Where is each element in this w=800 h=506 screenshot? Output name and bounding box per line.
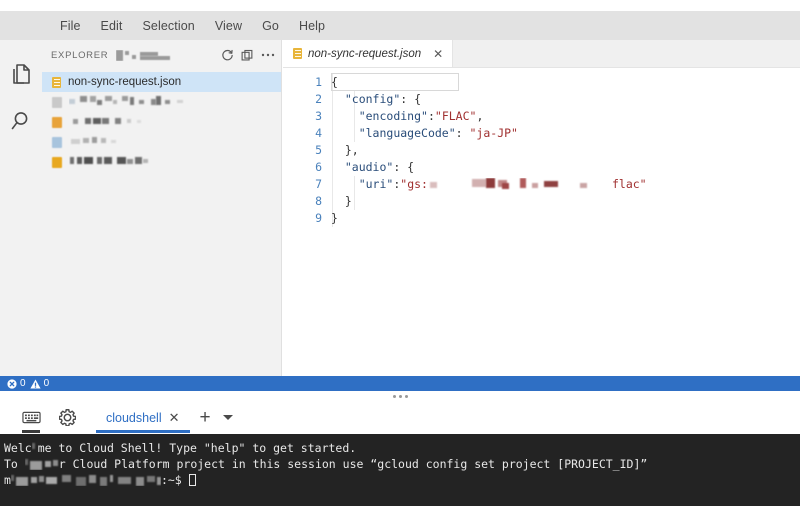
file-row-redacted-1[interactable] xyxy=(42,92,281,112)
code-line: "config": { xyxy=(344,92,422,106)
cloud-shell-editor-window: File Edit Selection View Go Help EXPLORE… xyxy=(0,0,800,506)
file-row-redacted-2[interactable] xyxy=(42,112,281,132)
menu-item-view[interactable]: View xyxy=(205,17,252,35)
panel-resize-handle[interactable] xyxy=(0,391,800,401)
activity-bar xyxy=(0,40,42,376)
gear-icon[interactable] xyxy=(50,403,84,433)
line-number: 9 xyxy=(315,211,322,225)
status-warnings[interactable]: 0 xyxy=(29,377,50,389)
explorer-sidebar: EXPLORER non-sync-request.json xyxy=(42,40,282,376)
editor-tab-non-sync-request[interactable]: non-sync-request.json ✕ xyxy=(283,40,454,67)
new-terminal-button[interactable]: + xyxy=(192,408,219,427)
json-file-icon xyxy=(52,76,61,88)
terminal-line: m:~$ xyxy=(4,472,800,488)
menu-item-file[interactable]: File xyxy=(50,17,91,35)
chevron-down-icon[interactable] xyxy=(222,415,233,420)
terminal-line: To r Cloud Platform project in this sess… xyxy=(4,457,648,471)
explorer-actions xyxy=(221,49,275,62)
terminal-tab-bar: cloudshell ✕ + xyxy=(0,401,800,434)
file-label-redacted xyxy=(69,95,281,109)
terminal-tab-cloudshell[interactable]: cloudshell ✕ xyxy=(96,402,190,433)
files-icon[interactable] xyxy=(0,52,42,98)
redacted-text xyxy=(24,458,59,470)
status-errors[interactable]: 0 xyxy=(7,377,26,389)
terminal-cursor xyxy=(188,474,196,486)
menu-bar: File Edit Selection View Go Help xyxy=(0,11,800,40)
menu-item-selection[interactable]: Selection xyxy=(133,17,205,35)
code-line: "languageCode": "ja-JP" xyxy=(358,126,518,140)
line-number: 6 xyxy=(315,160,322,174)
file-icon-redacted xyxy=(52,96,62,108)
code-editor[interactable]: 1 2 3 4 5 6 7 8 9 { "config": { "encodin… xyxy=(283,68,800,376)
redacted-text xyxy=(31,442,38,454)
json-file-icon xyxy=(293,48,302,59)
file-list: non-sync-request.json xyxy=(42,70,281,172)
close-icon[interactable]: ✕ xyxy=(433,48,443,60)
status-bar: 0 0 xyxy=(0,376,800,391)
error-count: 0 xyxy=(20,377,26,389)
file-row-redacted-3[interactable] xyxy=(42,132,281,152)
explorer-project-name-redacted xyxy=(116,49,217,61)
file-row-non-sync-request[interactable]: non-sync-request.json xyxy=(42,72,281,92)
close-icon[interactable]: ✕ xyxy=(169,411,180,424)
editor-tab-bar: non-sync-request.json ✕ xyxy=(283,40,800,68)
error-icon xyxy=(7,378,17,389)
line-number: 3 xyxy=(315,109,322,123)
menu-item-edit[interactable]: Edit xyxy=(91,17,133,35)
folder-icon-redacted xyxy=(52,156,62,168)
code-line: } xyxy=(331,211,338,225)
code-line: } xyxy=(344,194,352,208)
code-content[interactable]: { "config": { "encoding":"FLAC", "langua… xyxy=(331,68,800,376)
code-line: "uri":"gs: flac" xyxy=(358,177,647,191)
code-line: }, xyxy=(344,143,359,157)
file-label-redacted xyxy=(69,135,281,149)
file-row-redacted-4[interactable] xyxy=(42,152,281,172)
explorer-header: EXPLORER xyxy=(42,40,281,70)
new-window-icon[interactable] xyxy=(241,49,254,62)
warning-icon xyxy=(29,379,41,388)
menu-item-go[interactable]: Go xyxy=(252,17,289,35)
keyboard-icon[interactable] xyxy=(14,403,48,433)
terminal-panel: cloudshell ✕ + Welc me to Cloud Shell! Ty… xyxy=(0,391,800,506)
line-number: 8 xyxy=(315,194,322,208)
window-top-strip xyxy=(0,0,800,11)
editor-tab-label: non-sync-request.json xyxy=(308,47,422,60)
redacted-text xyxy=(10,474,161,486)
more-actions-icon[interactable] xyxy=(261,52,275,58)
code-line: { xyxy=(331,75,338,89)
drag-handle-icon xyxy=(392,394,408,398)
terminal-line: Welc me to Cloud Shell! Type "help" to ge… xyxy=(4,441,357,455)
file-icon-redacted xyxy=(52,136,62,148)
line-number-gutter: 1 2 3 4 5 6 7 8 9 xyxy=(283,68,331,376)
terminal-output[interactable]: Welc me to Cloud Shell! Type "help" to ge… xyxy=(0,434,800,506)
redacted-uri xyxy=(428,178,612,190)
line-number: 4 xyxy=(315,126,322,140)
search-icon[interactable] xyxy=(0,98,42,144)
explorer-title: EXPLORER xyxy=(51,49,109,61)
editor-area: non-sync-request.json ✕ 1 2 3 4 5 6 7 8 … xyxy=(283,40,800,376)
code-line: "audio": { xyxy=(344,160,415,174)
line-number: 7 xyxy=(315,177,322,191)
line-number: 2 xyxy=(315,92,322,106)
folder-icon-redacted xyxy=(52,116,62,128)
file-label-redacted xyxy=(69,155,281,169)
file-row-label: non-sync-request.json xyxy=(68,76,182,88)
terminal-tab-label: cloudshell xyxy=(106,410,162,425)
menu-item-help[interactable]: Help xyxy=(289,17,335,35)
warning-count: 0 xyxy=(43,377,50,389)
refresh-icon[interactable] xyxy=(221,49,234,62)
line-number: 5 xyxy=(315,143,322,157)
code-line: "encoding":"FLAC", xyxy=(358,109,484,123)
file-label-redacted xyxy=(69,115,281,129)
line-number: 1 xyxy=(315,75,322,89)
